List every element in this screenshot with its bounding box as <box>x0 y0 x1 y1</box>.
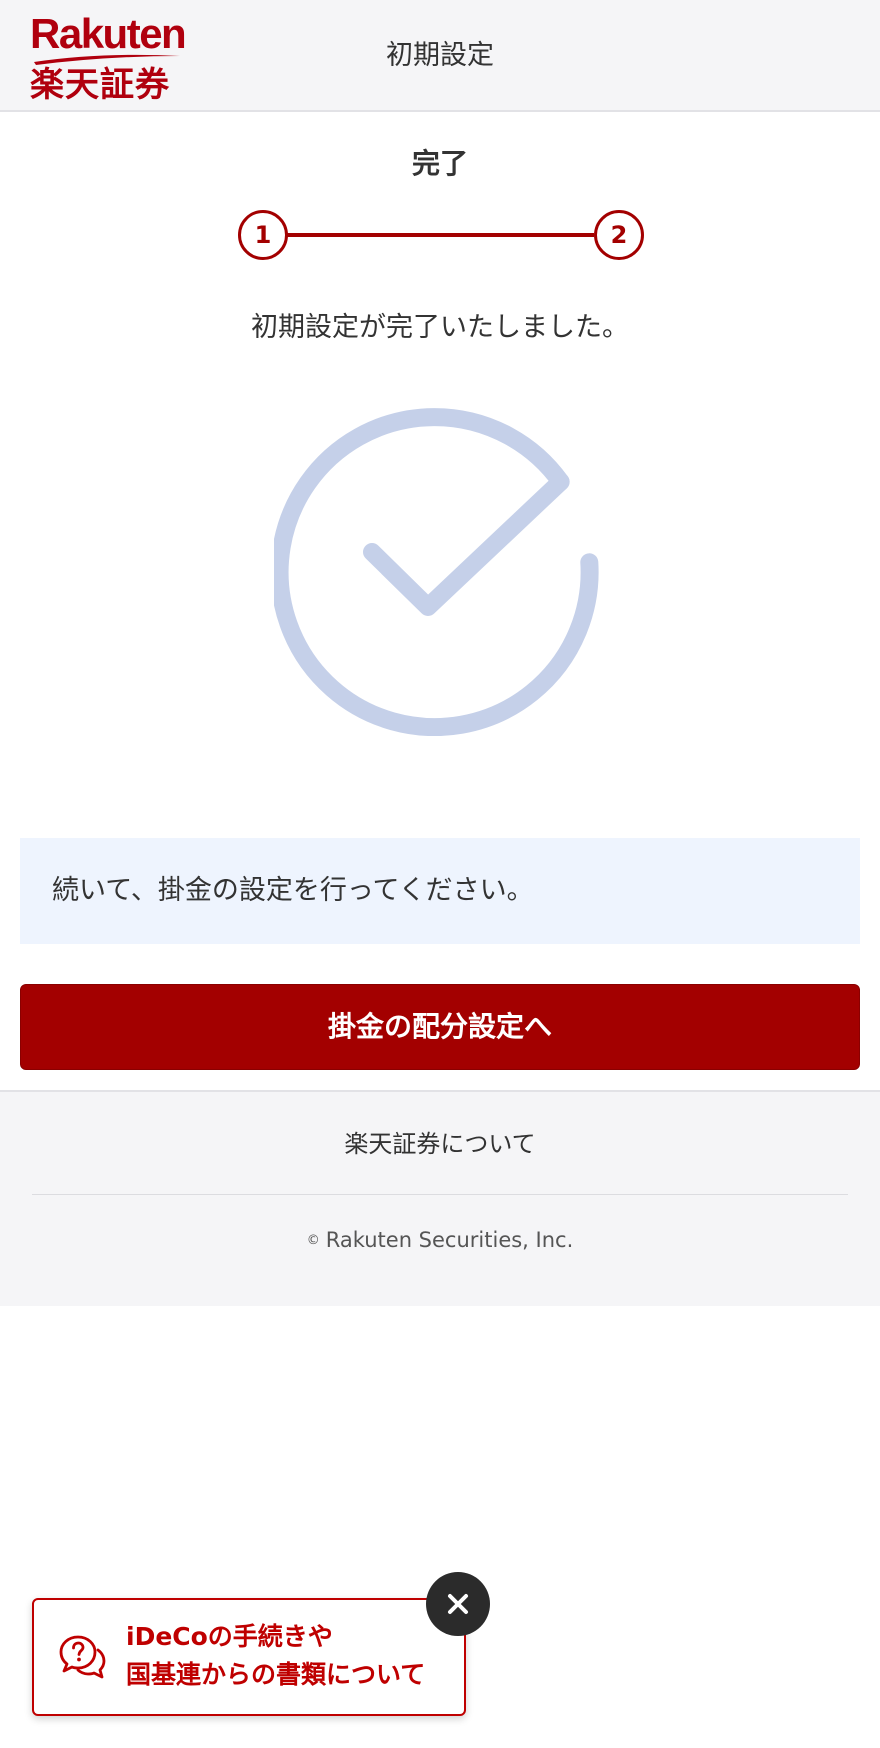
ideco-help-banner[interactable]: iDeCoの手続きや 国基連からの書類について <box>32 1598 466 1716</box>
completion-message: 初期設定が完了いたしました。 <box>251 312 629 343</box>
stepper-connector <box>286 233 594 237</box>
next-step-info: 続いて、掛金の設定を行ってください。 <box>20 838 860 944</box>
page-title: 初期設定 <box>386 40 494 71</box>
footer-divider <box>32 1194 848 1195</box>
copyright-symbol: © <box>306 1233 320 1248</box>
allocation-settings-button[interactable]: 掛金の配分設定へ <box>20 984 860 1070</box>
chat-question-icon <box>59 1635 106 1679</box>
close-banner-button[interactable] <box>426 1572 490 1636</box>
step-2-indicator: 2 <box>594 210 644 260</box>
step-label: 完了 <box>411 147 468 180</box>
copyright-text: Rakuten Securities, Inc. <box>325 1228 574 1252</box>
progress-stepper: 1 2 <box>238 210 644 260</box>
help-banner-line-2: 国基連からの書類について <box>126 1660 426 1689</box>
help-banner-text: iDeCoの手続きや 国基連からの書類について <box>126 1618 456 1694</box>
close-icon <box>448 1594 468 1614</box>
next-step-text: 続いて、掛金の設定を行ってください。 <box>52 875 534 906</box>
check-circle-icon <box>274 408 599 736</box>
step-1-indicator: 1 <box>238 210 288 260</box>
about-rakuten-link[interactable]: 楽天証券について <box>0 1126 880 1162</box>
help-banner-line-1: iDeCoの手続きや <box>126 1622 333 1651</box>
copyright: © Rakuten Securities, Inc. <box>0 1224 880 1257</box>
header: Rakuten 楽天証券 初期設定 <box>0 0 880 112</box>
footer: 楽天証券について © Rakuten Securities, Inc. <box>0 1090 880 1306</box>
